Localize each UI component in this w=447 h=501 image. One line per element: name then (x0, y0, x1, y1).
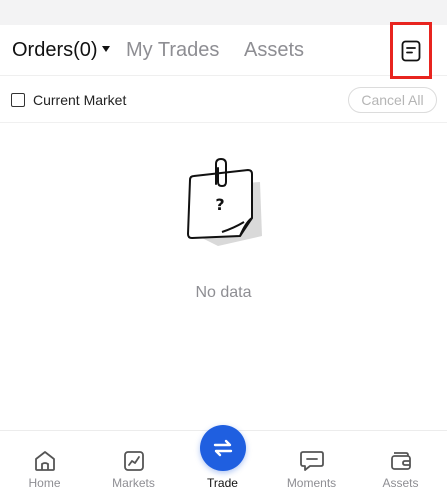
tab-assets[interactable]: Assets (244, 38, 304, 62)
swap-arrows-icon (199, 425, 246, 471)
svg-text:?: ? (215, 195, 224, 214)
chat-bubble-icon (299, 449, 325, 473)
filter-bar: Current Market Cancel All (0, 76, 447, 123)
order-history-button[interactable] (390, 22, 432, 79)
nav-label-moments: Moments (286, 476, 337, 490)
nav-label-markets: Markets (112, 476, 155, 490)
chart-icon (121, 449, 147, 473)
nav-label-assets: Assets (382, 476, 419, 490)
nav-item-home[interactable]: Home (0, 431, 89, 501)
caret-down-icon[interactable] (101, 45, 110, 52)
nav-item-markets[interactable]: Markets (89, 431, 178, 501)
nav-item-assets[interactable]: Assets (356, 431, 445, 501)
current-market-label[interactable]: Current Market (33, 92, 126, 109)
tab-orders[interactable]: Orders(0) (12, 38, 110, 62)
empty-state-message: No data (195, 284, 252, 301)
tab-my-trades[interactable]: My Trades (126, 38, 219, 62)
wallet-icon (388, 449, 414, 473)
orders-tab-bar: Orders(0) My Trades Assets (0, 25, 447, 76)
home-icon (32, 449, 58, 473)
tab-orders-label: Orders(0) (12, 39, 98, 61)
cancel-all-button[interactable]: Cancel All (348, 87, 437, 113)
bottom-navigation: Home Markets Trade Moments Assets (0, 425, 447, 501)
nav-item-moments[interactable]: Moments (267, 431, 356, 501)
nav-item-trade[interactable]: Trade (178, 425, 267, 501)
order-history-icon (401, 40, 421, 61)
nav-label-home: Home (28, 476, 61, 490)
nav-label-trade: Trade (207, 476, 238, 490)
document-question-icon: ? (186, 158, 262, 246)
status-bar-area (0, 0, 447, 25)
current-market-checkbox[interactable] (11, 93, 25, 107)
